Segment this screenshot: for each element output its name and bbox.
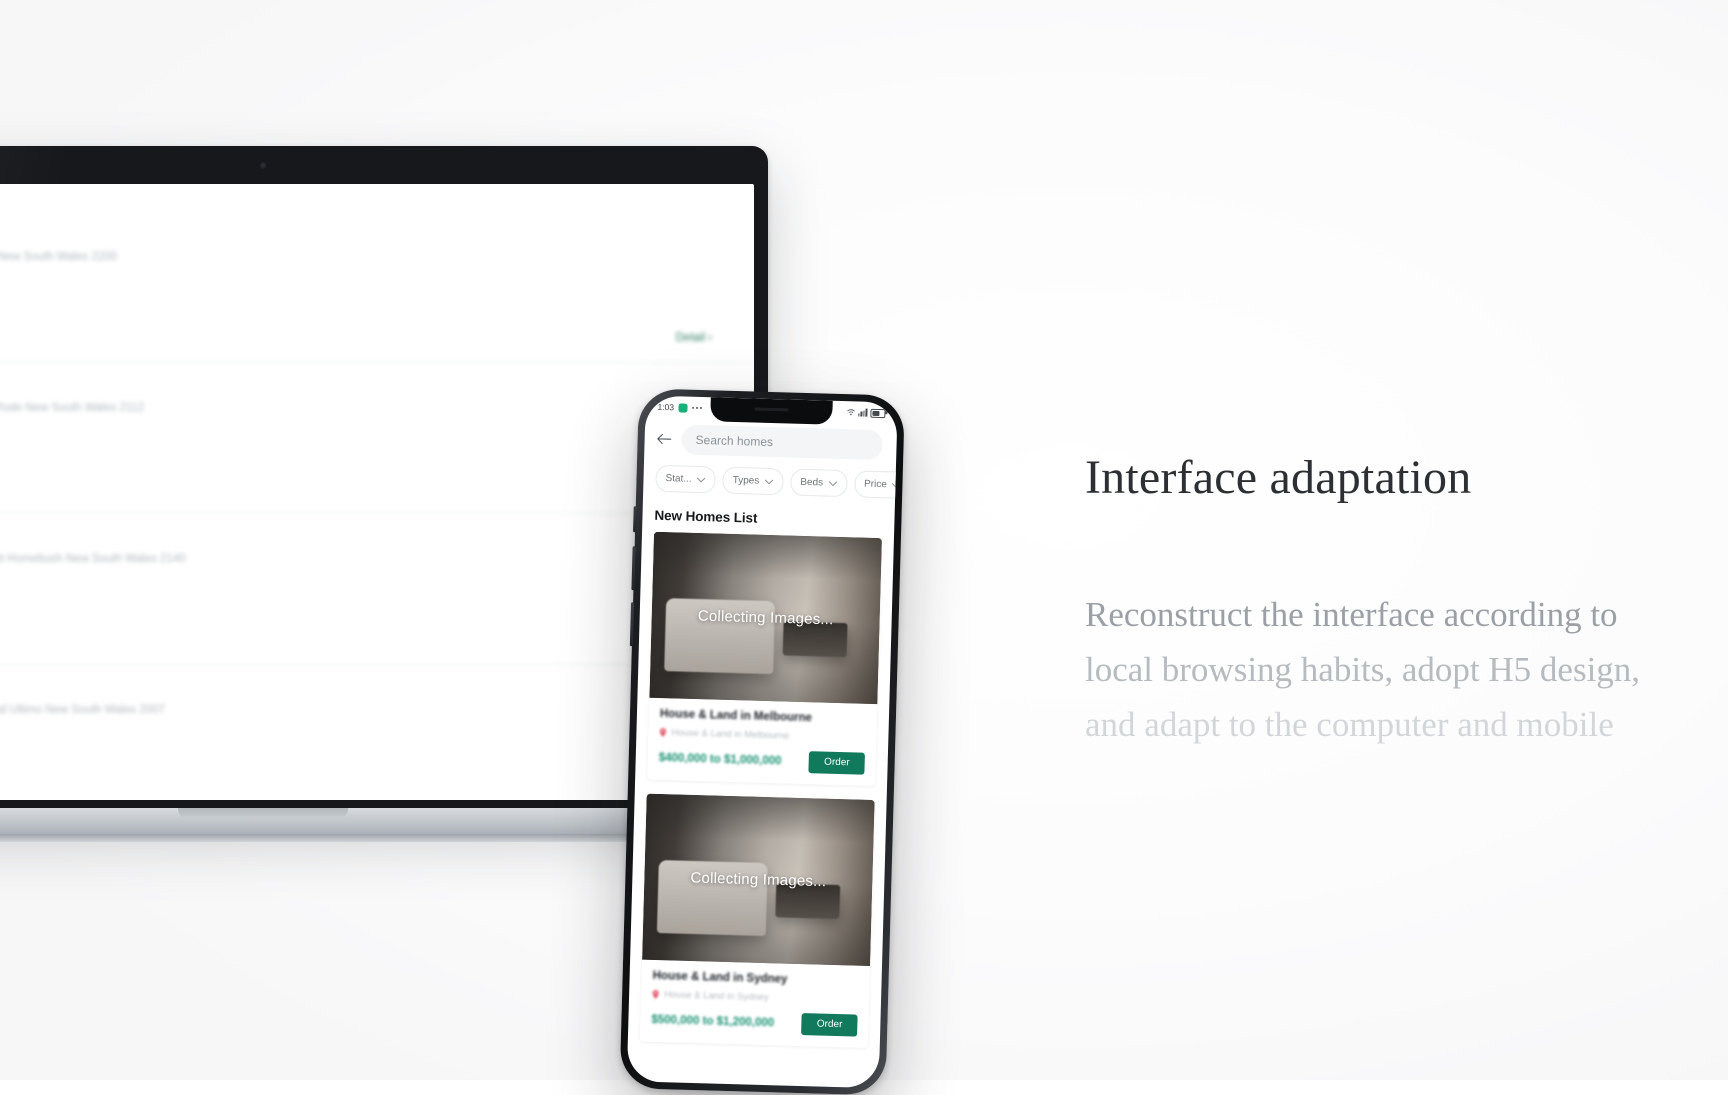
filter-chip-types-label: Types	[732, 474, 760, 487]
listing-address: 6/244 Bulwara Road Ultimo New South Wale…	[0, 704, 165, 716]
listing-specs: 2 1 1	[0, 739, 712, 751]
location-pin-icon	[660, 728, 666, 737]
chevron-down-icon	[764, 479, 773, 484]
page-heading: Interface adaptation	[1085, 451, 1472, 504]
chevron-down-icon	[828, 480, 837, 486]
listing-address: 621/21 Parker St. Rode New South Wales 2…	[0, 402, 145, 414]
back-arrow-icon[interactable]	[656, 433, 672, 445]
filter-chip-beds[interactable]: Beds	[789, 468, 848, 498]
listing-price: $655,000	[0, 230, 712, 245]
search-input[interactable]: Search homes	[681, 424, 883, 461]
listing-info: $960,000 6/244 Bulwara Road Ultimo New S…	[0, 681, 712, 751]
filter-chip-status-label: Stat...	[665, 473, 692, 485]
app-badge-icon	[677, 402, 688, 413]
chevron-down-icon	[697, 477, 706, 482]
card-title: House & Land in Melbourne	[659, 707, 813, 725]
listing-type: Apartment	[0, 418, 712, 429]
search-row: Search homes	[644, 417, 897, 468]
phone-mockup: 1:03 Search homes Stat... Types Beds Pri…	[619, 388, 905, 1095]
battery-icon	[870, 408, 886, 418]
page-description: Reconstruct the interface according to l…	[1085, 587, 1728, 753]
card-title: House & Land in Sydney	[652, 969, 788, 986]
filter-chip-beds-label: Beds	[800, 476, 824, 489]
listing-address: 4/165 Wagan Street Homebush New South Wa…	[0, 553, 186, 565]
order-button[interactable]: Order	[801, 1013, 858, 1037]
laptop-camera-icon	[259, 162, 267, 169]
listing-specs: 1 1 1	[0, 286, 712, 298]
card-media: Collecting Images...	[642, 793, 875, 966]
listing-info: $655,000 A/107 Walk Creek New South Wale…	[0, 228, 712, 298]
list-item[interactable]: Collecting Images... House & Land in Syd…	[639, 793, 875, 1048]
listing-info: $790,000 4/165 Wagan Street Homebush New…	[0, 530, 712, 600]
order-button[interactable]: Order	[808, 751, 865, 775]
detail-link[interactable]: Detail ›	[676, 332, 712, 344]
desc-line-1: Reconstruct the interface according to	[1085, 594, 1618, 634]
detail-label: Detail	[675, 332, 706, 344]
home-card-feed: Collecting Images... House & Land in Mel…	[628, 531, 894, 1048]
laptop-base-notch	[178, 808, 348, 819]
wifi-icon	[846, 409, 855, 416]
status-time: 1:03	[657, 401, 675, 413]
listing-info: $550,000 621/21 Parker St. Rode New Sout…	[0, 379, 712, 449]
signal-icon	[857, 408, 868, 417]
filter-chip-row: Stat... Types Beds Price	[643, 461, 898, 508]
card-footer: $500,000 to $1,200,000 Order	[651, 1009, 858, 1037]
location-pin-icon	[652, 990, 659, 999]
listing-type: Apartment	[0, 267, 712, 278]
card-body: House & Land in Sydney House & Land in S…	[640, 960, 870, 1048]
card-location: House & Land in Sydney	[652, 989, 858, 1006]
card-location-text: House & Land in Sydney	[663, 989, 769, 1004]
filter-chip-price-label: Price	[863, 478, 888, 491]
filter-chip-status[interactable]: Stat...	[655, 464, 717, 494]
phone-screen: 1:03 Search homes Stat... Types Beds Pri…	[626, 395, 898, 1089]
listing-type: Apartment	[0, 720, 712, 731]
laptop-foot	[0, 834, 728, 842]
filter-chip-price[interactable]: Price	[853, 470, 898, 499]
search-placeholder: Search homes	[695, 432, 774, 450]
card-price: $500,000 to $1,200,000	[651, 1013, 775, 1030]
listing-price: $550,000	[0, 381, 712, 396]
desc-line-3: and adapt to the computer and mobile	[1085, 705, 1614, 745]
card-media: Collecting Images...	[649, 531, 882, 705]
list-item[interactable]: Collecting Images... House & Land in Mel…	[647, 531, 882, 787]
status-right	[846, 408, 886, 418]
listing-address: A/107 Walk Creek New South Wales 2200	[0, 251, 118, 263]
card-footer: $400,000 to $1,000,000 Order	[658, 747, 865, 775]
card-price: $400,000 to $1,000,000	[658, 751, 782, 768]
card-location-text: House & Land in Melbourne	[671, 727, 790, 742]
listing-price: $790,000	[0, 532, 712, 547]
listing-price: $960,000	[0, 683, 712, 698]
chevron-right-icon: ›	[708, 332, 712, 344]
status-left: 1:03	[657, 402, 702, 413]
card-location: House & Land in Melbourne	[659, 727, 865, 744]
listing-specs: 2 2 1	[0, 588, 712, 600]
card-body: House & Land in Melbourne House & Land i…	[647, 698, 877, 786]
listing-type: Apartment	[0, 569, 712, 580]
copy-panel: Interface adaptation Reconstruct the int…	[1085, 451, 1728, 753]
table-row[interactable]: GLOBAL REALTY $655,000 A/107 Walk Creek …	[0, 212, 754, 363]
presentation-stage: GLOBAL REALTY $655,000 A/107 Walk Creek …	[0, 0, 1728, 1095]
filter-chip-types[interactable]: Types	[722, 466, 784, 496]
listing-specs: 1 1 1	[0, 437, 712, 449]
dots-icon	[691, 406, 702, 410]
desc-line-2: local browsing habits, adopt H5 design,	[1085, 650, 1641, 690]
